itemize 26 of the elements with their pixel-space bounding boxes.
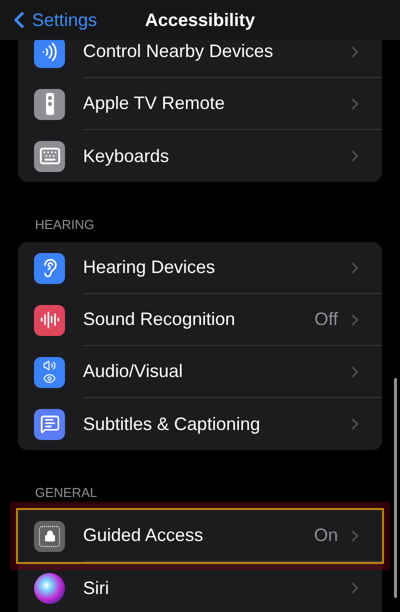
row-label: Control Nearby Devices <box>83 40 274 63</box>
sound-wave-icon <box>34 304 65 336</box>
row-label: Hearing Devices <box>83 256 216 279</box>
speaker-eye-icon <box>34 356 65 388</box>
row-value: On <box>314 524 338 547</box>
speech-bubble-icon <box>34 408 65 440</box>
row-label: Keyboards <box>83 144 170 168</box>
row-label: Apple TV Remote <box>83 92 226 115</box>
settings-row[interactable]: Hearing Devices <box>18 242 382 294</box>
row-label: Sound Recognition <box>83 308 236 331</box>
row-label: Guided Access <box>83 524 204 547</box>
lock-icon <box>34 520 65 552</box>
section-header: HEARING <box>35 216 94 234</box>
remote-icon <box>34 88 65 120</box>
ear-icon <box>34 252 65 284</box>
row-value: Off <box>314 308 338 331</box>
siri-orb-icon <box>34 572 65 604</box>
back-button[interactable]: Settings <box>0 6 98 34</box>
wireless-icon <box>34 40 65 68</box>
row-label: Subtitles & Captioning <box>83 412 262 436</box>
window-title: Accessibility <box>144 8 256 32</box>
settings-row[interactable]: Guided Access On <box>18 510 382 562</box>
row-label: Audio/Visual <box>83 360 184 383</box>
section-header: GENERAL <box>35 484 98 502</box>
keyboard-icon <box>34 140 65 172</box>
row-label: Siri <box>83 576 110 600</box>
